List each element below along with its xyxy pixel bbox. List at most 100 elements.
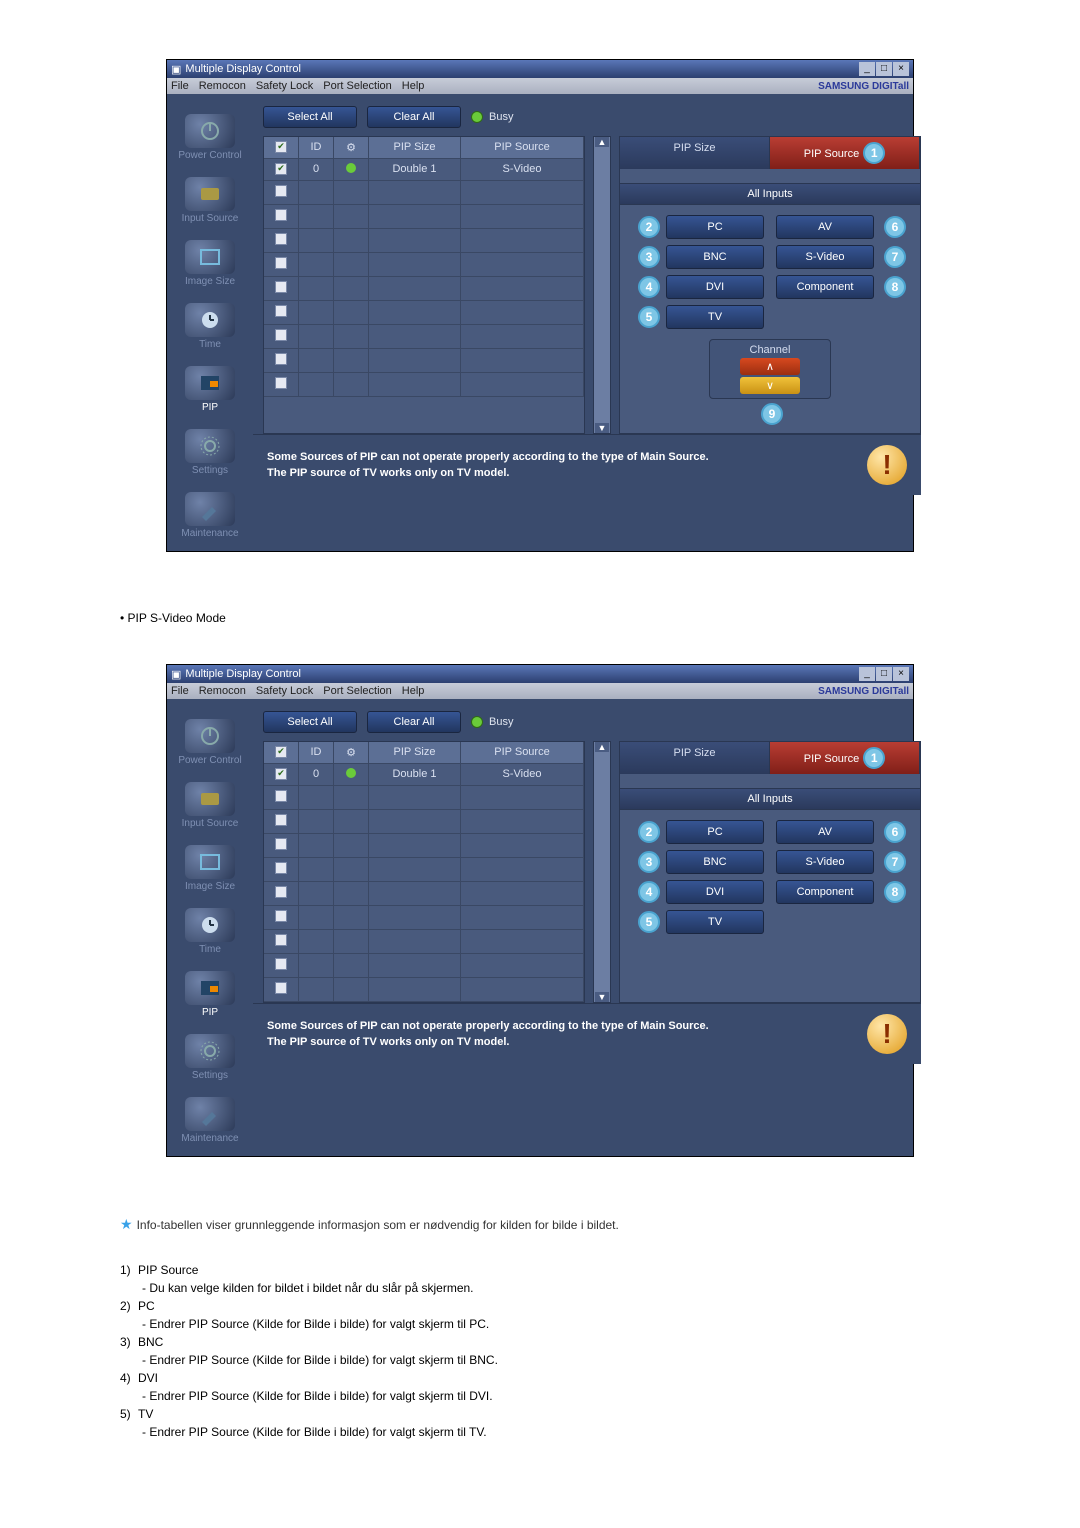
tab-pip-size[interactable]: PIP Size: [620, 742, 770, 774]
table-row[interactable]: [264, 930, 584, 954]
source-pc-button[interactable]: PC: [666, 215, 764, 239]
row-checkbox[interactable]: [275, 934, 287, 946]
table-scrollbar[interactable]: ▲▼: [593, 741, 611, 1003]
row-checkbox[interactable]: [275, 185, 287, 197]
sidebar-item-pip[interactable]: PIP: [167, 967, 253, 1022]
source-av-button[interactable]: AV: [776, 215, 874, 239]
close-button[interactable]: ×: [893, 62, 909, 76]
channel-down-button[interactable]: ∨: [740, 377, 800, 394]
minimize-button[interactable]: _: [859, 667, 875, 681]
row-checkbox[interactable]: [275, 353, 287, 365]
row-checkbox[interactable]: [275, 233, 287, 245]
table-row[interactable]: [264, 253, 584, 277]
tab-pip-size[interactable]: PIP Size: [620, 137, 770, 169]
menu-file[interactable]: File: [171, 80, 189, 92]
row-checkbox[interactable]: [275, 329, 287, 341]
row-checkbox[interactable]: [275, 982, 287, 994]
table-row[interactable]: [264, 882, 584, 906]
menu-remocon[interactable]: Remocon: [199, 80, 246, 92]
table-row[interactable]: [264, 954, 584, 978]
source-component-button[interactable]: Component: [776, 275, 874, 299]
scroll-up-icon[interactable]: ▲: [595, 137, 609, 147]
row-checkbox[interactable]: [275, 886, 287, 898]
sidebar-item-input[interactable]: Input Source: [167, 173, 253, 228]
source-bnc-button[interactable]: BNC: [666, 850, 764, 874]
menu-safetylock[interactable]: Safety Lock: [256, 80, 313, 92]
sidebar-item-size[interactable]: Image Size: [167, 236, 253, 291]
scroll-down-icon[interactable]: ▼: [595, 423, 609, 433]
row-checkbox[interactable]: [275, 958, 287, 970]
scroll-down-icon[interactable]: ▼: [595, 992, 609, 1002]
menu-remocon[interactable]: Remocon: [199, 685, 246, 697]
table-row[interactable]: [264, 810, 584, 834]
tab-pip-source[interactable]: PIP Source1: [770, 137, 920, 169]
maximize-button[interactable]: □: [876, 667, 892, 681]
sidebar-item-settings[interactable]: Settings: [167, 425, 253, 480]
row-checkbox[interactable]: [275, 838, 287, 850]
header-checkbox[interactable]: [275, 141, 287, 153]
table-row[interactable]: [264, 858, 584, 882]
menu-help[interactable]: Help: [402, 80, 425, 92]
menu-portsel[interactable]: Port Selection: [323, 80, 391, 92]
source-component-button[interactable]: Component: [776, 880, 874, 904]
row-checkbox[interactable]: [275, 305, 287, 317]
row-checkbox[interactable]: [275, 910, 287, 922]
minimize-button[interactable]: _: [859, 62, 875, 76]
menu-safetylock[interactable]: Safety Lock: [256, 685, 313, 697]
row-checkbox[interactable]: [275, 257, 287, 269]
clear-all-button[interactable]: Clear All: [367, 106, 461, 128]
menu-portsel[interactable]: Port Selection: [323, 685, 391, 697]
clear-all-button[interactable]: Clear All: [367, 711, 461, 733]
header-checkbox[interactable]: [275, 746, 287, 758]
maximize-button[interactable]: □: [876, 62, 892, 76]
table-row[interactable]: [264, 205, 584, 229]
sidebar-item-time[interactable]: Time: [167, 299, 253, 354]
table-row[interactable]: 0 Double 1 S-Video: [264, 159, 584, 181]
channel-up-button[interactable]: ∧: [740, 358, 800, 375]
menu-help[interactable]: Help: [402, 685, 425, 697]
table-row[interactable]: [264, 373, 584, 397]
sidebar-item-input[interactable]: Input Source: [167, 778, 253, 833]
table-scrollbar[interactable]: ▲▼: [593, 136, 611, 434]
table-row[interactable]: [264, 181, 584, 205]
table-row[interactable]: [264, 906, 584, 930]
source-dvi-button[interactable]: DVI: [666, 275, 764, 299]
source-tv-button[interactable]: TV: [666, 910, 764, 934]
row-checkbox[interactable]: [275, 281, 287, 293]
row-checkbox[interactable]: [275, 163, 287, 175]
table-row[interactable]: [264, 229, 584, 253]
source-bnc-button[interactable]: BNC: [666, 245, 764, 269]
sidebar-item-settings[interactable]: Settings: [167, 1030, 253, 1085]
row-checkbox[interactable]: [275, 209, 287, 221]
table-row[interactable]: [264, 834, 584, 858]
row-checkbox[interactable]: [275, 790, 287, 802]
source-av-button[interactable]: AV: [776, 820, 874, 844]
sidebar-item-maint[interactable]: Maintenance: [167, 1093, 253, 1148]
source-pc-button[interactable]: PC: [666, 820, 764, 844]
table-row[interactable]: [264, 786, 584, 810]
table-row[interactable]: [264, 277, 584, 301]
select-all-button[interactable]: Select All: [263, 106, 357, 128]
table-row[interactable]: [264, 349, 584, 373]
tab-pip-source[interactable]: PIP Source1: [770, 742, 920, 774]
sidebar-item-time[interactable]: Time: [167, 904, 253, 959]
sidebar-item-maint[interactable]: Maintenance: [167, 488, 253, 543]
close-button[interactable]: ×: [893, 667, 909, 681]
row-checkbox[interactable]: [275, 377, 287, 389]
sidebar-item-pip[interactable]: PIP: [167, 362, 253, 417]
table-row[interactable]: [264, 325, 584, 349]
sidebar-item-size[interactable]: Image Size: [167, 841, 253, 896]
table-row[interactable]: [264, 301, 584, 325]
source-dvi-button[interactable]: DVI: [666, 880, 764, 904]
source-svideo-button[interactable]: S-Video: [776, 245, 874, 269]
source-svideo-button[interactable]: S-Video: [776, 850, 874, 874]
sidebar-item-power[interactable]: Power Control: [167, 715, 253, 770]
row-checkbox[interactable]: [275, 862, 287, 874]
source-tv-button[interactable]: TV: [666, 305, 764, 329]
table-row[interactable]: 0 Double 1 S-Video: [264, 764, 584, 786]
scroll-up-icon[interactable]: ▲: [595, 742, 609, 752]
row-checkbox[interactable]: [275, 768, 287, 780]
row-checkbox[interactable]: [275, 814, 287, 826]
sidebar-item-power[interactable]: Power Control: [167, 110, 253, 165]
select-all-button[interactable]: Select All: [263, 711, 357, 733]
